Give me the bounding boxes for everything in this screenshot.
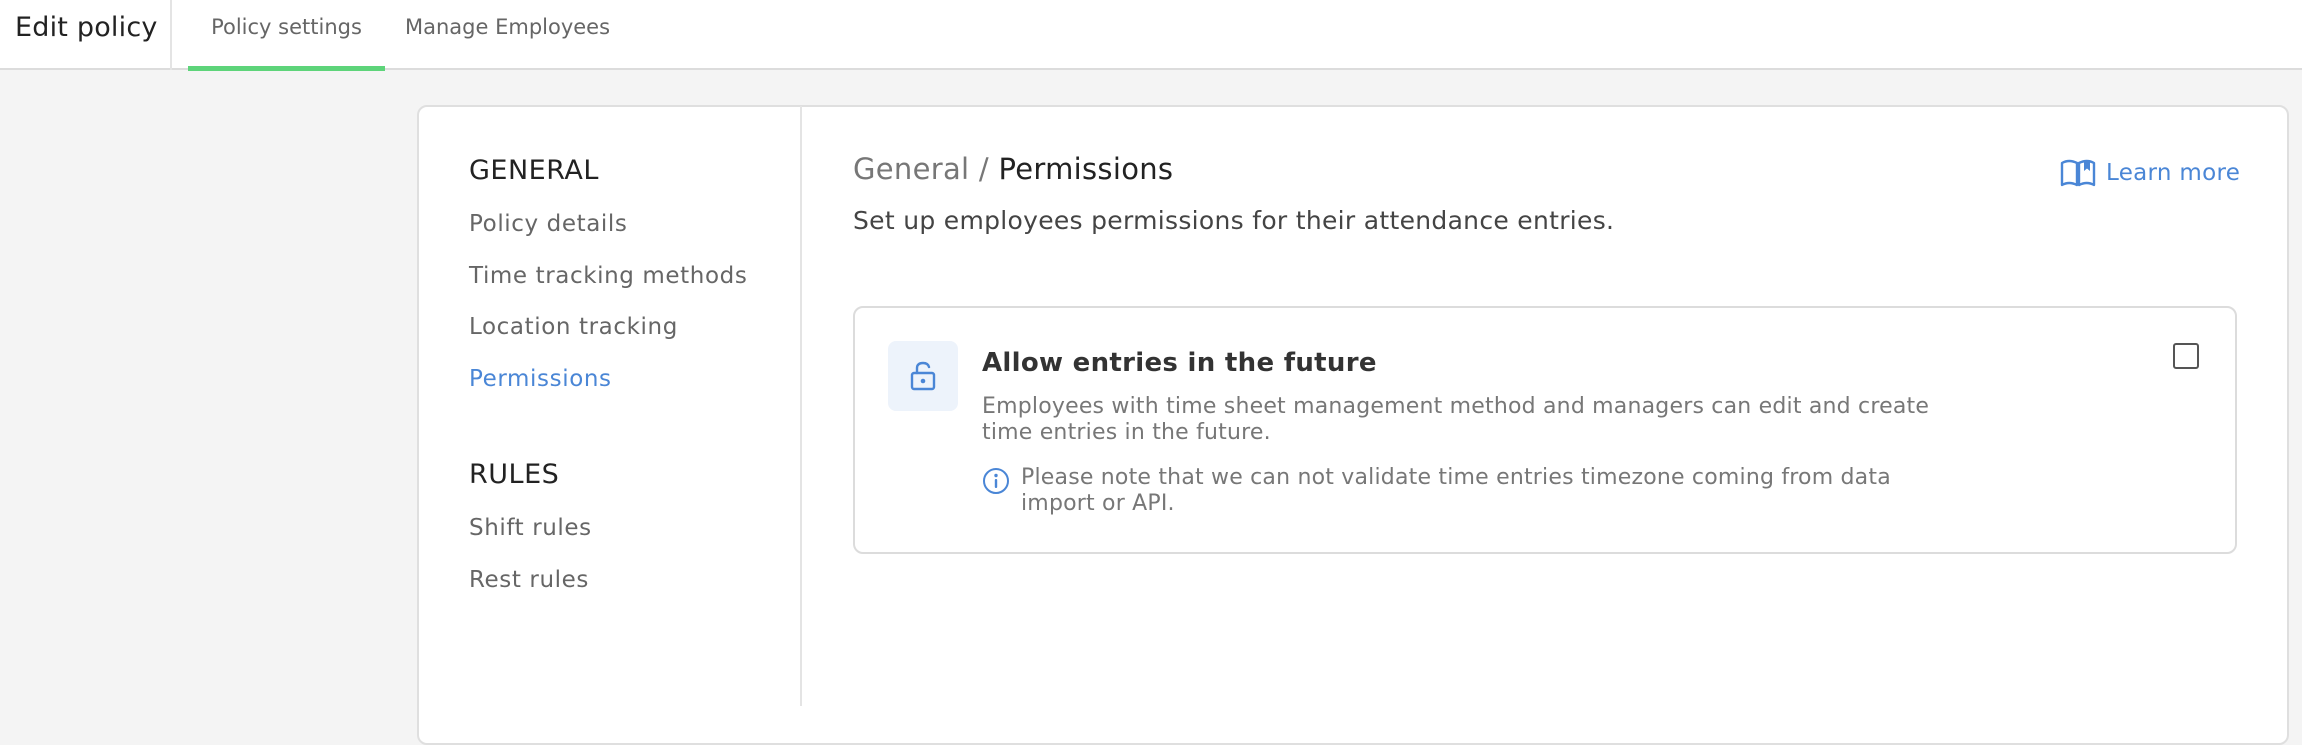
breadcrumb-separator: / (969, 152, 999, 186)
sidebar-item-time-tracking-methods[interactable]: Time tracking methods (469, 263, 747, 289)
sidebar-heading-rules: RULES (469, 459, 560, 490)
sidebar-item-shift-rules[interactable]: Shift rules (469, 515, 592, 541)
learn-more-link[interactable]: Learn more (2060, 158, 2240, 188)
title-divider (170, 0, 172, 70)
permission-note: Please note that we can not validate tim… (1021, 465, 1891, 516)
page-subtitle: Set up employees permissions for their a… (853, 206, 1615, 235)
lock-icon-tile (888, 341, 958, 411)
sidebar-item-rest-rules[interactable]: Rest rules (469, 567, 589, 593)
book-icon (2060, 159, 2096, 187)
sidebar-item-permissions[interactable]: Permissions (469, 366, 612, 392)
tab-manage-employees[interactable]: Manage Employees (405, 15, 610, 70)
sidebar-item-location-tracking[interactable]: Location tracking (469, 314, 678, 340)
info-icon (983, 468, 1009, 494)
breadcrumb-current: Permissions (998, 152, 1174, 186)
lock-icon (910, 361, 936, 391)
permission-title: Allow entries in the future (982, 348, 1377, 378)
permission-description: Employees with time sheet management met… (982, 394, 1930, 445)
top-bar: Edit policy Policy settings Manage Emplo… (0, 0, 2302, 71)
breadcrumb-parent[interactable]: General (853, 152, 969, 186)
sidebar-item-policy-details[interactable]: Policy details (469, 211, 628, 237)
sidebar-divider (800, 106, 802, 706)
sidebar-heading-general: GENERAL (469, 155, 599, 186)
page-title: Edit policy (15, 12, 158, 43)
learn-more-label: Learn more (2106, 160, 2241, 186)
breadcrumb: General / Permissions (853, 152, 1173, 186)
allow-future-entries-checkbox[interactable] (2173, 343, 2199, 369)
tab-policy-settings[interactable]: Policy settings (188, 15, 385, 71)
